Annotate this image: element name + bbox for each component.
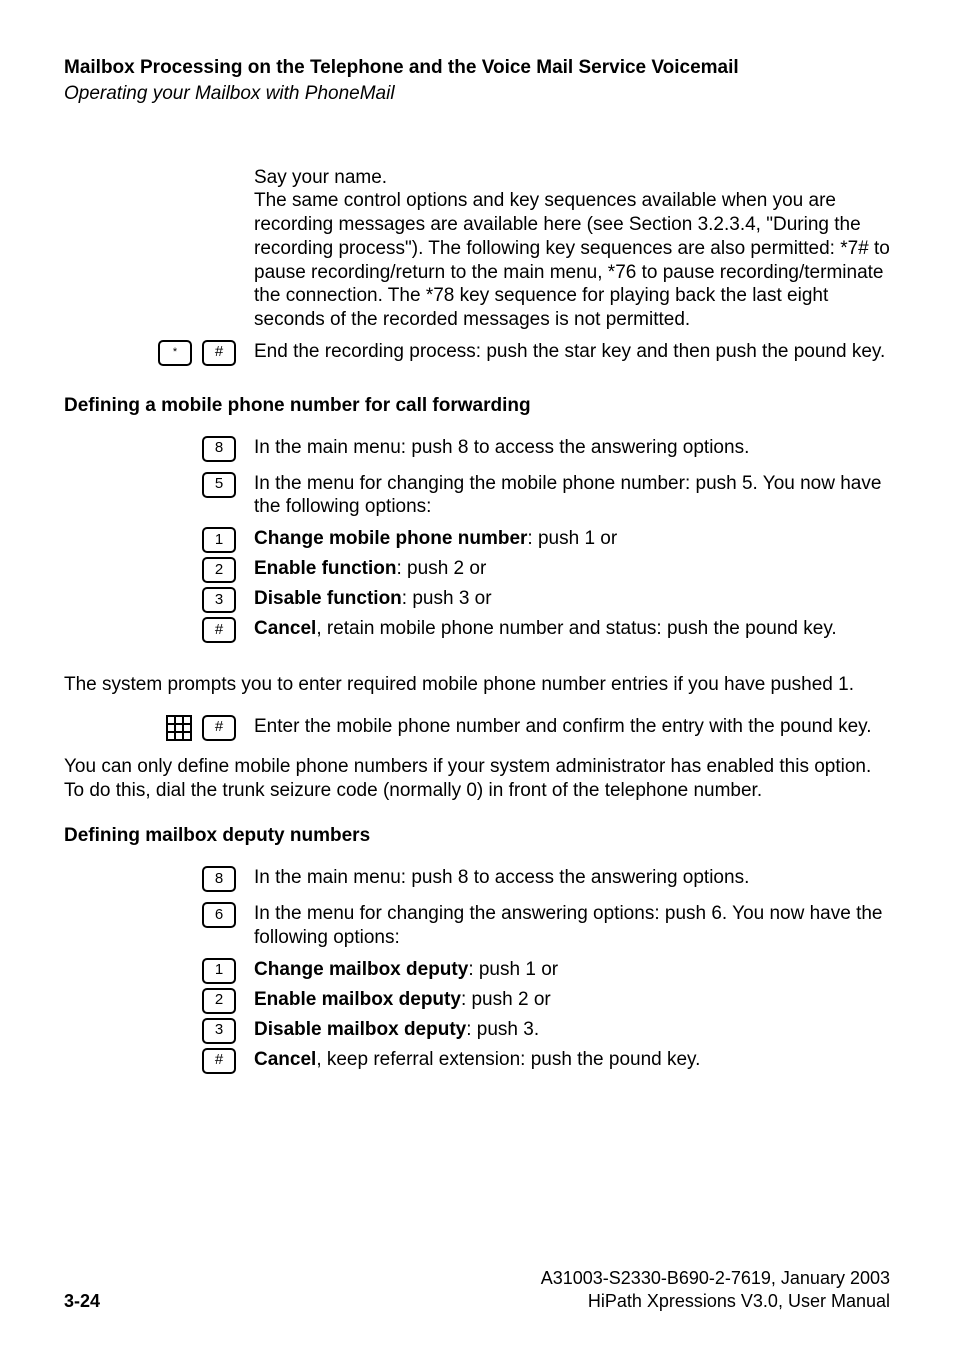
s1-padtext: Enter the mobile phone number and confir…: [254, 715, 890, 739]
s2-item-b: 6 In the menu for changing the answering…: [64, 902, 890, 950]
key-1-icon: 1: [202, 527, 236, 553]
page: Mailbox Processing on the Telephone and …: [0, 0, 954, 1352]
s2-item-e-bold: Disable mailbox deputy: [254, 1019, 466, 1040]
s2-item-c: 1 Change mailbox deputy: push 1 or: [64, 958, 890, 984]
s2-item-e: 3 Disable mailbox deputy: push 3.: [64, 1018, 890, 1044]
s1-item-c-rest: : push 1 or: [527, 528, 617, 549]
s1-item-c-bold: Change mobile phone number: [254, 528, 527, 549]
s2-item-d: 2 Enable mailbox deputy: push 2 or: [64, 988, 890, 1014]
page-header: Mailbox Processing on the Telephone and …: [64, 56, 890, 106]
s1-item-e: 3 Disable function: push 3 or: [64, 587, 890, 613]
pound-key-icon: #: [202, 340, 236, 366]
s2-item-d-rest: : push 2 or: [461, 989, 551, 1010]
key-6-icon: 6: [202, 902, 236, 928]
section2-heading: Defining mailbox deputy numbers: [64, 824, 890, 848]
pound-key-icon-2: #: [202, 715, 236, 741]
s1-item-e-rest: : push 3 or: [402, 588, 492, 609]
key-8-icon: 8: [202, 436, 236, 462]
key-3-icon-2: 3: [202, 1018, 236, 1044]
key-8-icon-2: 8: [202, 866, 236, 892]
key-5-icon: 5: [202, 472, 236, 498]
starpound-text: End the recording process: push the star…: [254, 340, 890, 364]
key-pound-icon-2: #: [202, 1048, 236, 1074]
s2-item-a: 8 In the main menu: push 8 to access the…: [64, 866, 890, 892]
page-footer: 3-24 A31003-S2330-B690-2-7619, January 2…: [64, 1267, 890, 1312]
intro-line1: Say your name.: [254, 167, 387, 188]
s1-item-b: 5 In the menu for changing the mobile ph…: [64, 472, 890, 520]
starpound-row: * # End the recording process: push the …: [64, 340, 890, 366]
starpound-icons: * #: [64, 340, 254, 366]
s1-after2: You can only define mobile phone numbers…: [64, 755, 890, 803]
keypad-icon: [166, 715, 192, 741]
s2-item-d-bold: Enable mailbox deputy: [254, 989, 461, 1010]
key-pound-icon: #: [202, 617, 236, 643]
s2-item-a-text: In the main menu: push 8 to access the a…: [254, 866, 890, 890]
section1-heading: Defining a mobile phone number for call …: [64, 394, 890, 418]
s1-item-d-bold: Enable function: [254, 558, 397, 579]
s2-item-c-bold: Change mailbox deputy: [254, 959, 468, 980]
header-title: Mailbox Processing on the Telephone and …: [64, 56, 890, 80]
s2-item-f-rest: , keep referral extension: push the poun…: [316, 1049, 700, 1070]
s1-item-f-bold: Cancel: [254, 618, 316, 639]
intro-row: Say your name. The same control options …: [64, 166, 890, 332]
footer-line2: HiPath Xpressions V3.0, User Manual: [541, 1290, 890, 1313]
s2-item-e-rest: : push 3.: [466, 1019, 539, 1040]
header-subtitle: Operating your Mailbox with PhoneMail: [64, 82, 890, 106]
s1-item-f-rest: , retain mobile phone number and status:…: [316, 618, 836, 639]
s1-keypad-row: # Enter the mobile phone number and conf…: [64, 715, 890, 741]
s1-item-a-text: In the main menu: push 8 to access the a…: [254, 436, 890, 460]
s1-item-f: # Cancel, retain mobile phone number and…: [64, 617, 890, 643]
footer-right: A31003-S2330-B690-2-7619, January 2003 H…: [541, 1267, 890, 1312]
s1-item-a: 8 In the main menu: push 8 to access the…: [64, 436, 890, 462]
s1-item-d-rest: : push 2 or: [397, 558, 487, 579]
s1-item-b-text: In the menu for changing the mobile phon…: [254, 472, 890, 520]
s1-item-d: 2 Enable function: push 2 or: [64, 557, 890, 583]
key-3-icon: 3: [202, 587, 236, 613]
intro-line2: The same control options and key sequenc…: [254, 190, 890, 330]
star-key-icon: *: [158, 340, 192, 366]
footer-line1: A31003-S2330-B690-2-7619, January 2003: [541, 1267, 890, 1290]
s2-item-f-bold: Cancel: [254, 1049, 316, 1070]
page-number: 3-24: [64, 1290, 100, 1313]
key-1-icon-2: 1: [202, 958, 236, 984]
s1-item-c: 1 Change mobile phone number: push 1 or: [64, 527, 890, 553]
key-2-icon: 2: [202, 557, 236, 583]
s2-item-f: # Cancel, keep referral extension: push …: [64, 1048, 890, 1074]
s2-item-c-rest: : push 1 or: [468, 959, 558, 980]
key-2-icon-2: 2: [202, 988, 236, 1014]
intro-text: Say your name. The same control options …: [254, 166, 890, 332]
s1-item-e-bold: Disable function: [254, 588, 402, 609]
s2-item-b-text: In the menu for changing the answering o…: [254, 902, 890, 950]
s1-after1: The system prompts you to enter required…: [64, 673, 890, 697]
